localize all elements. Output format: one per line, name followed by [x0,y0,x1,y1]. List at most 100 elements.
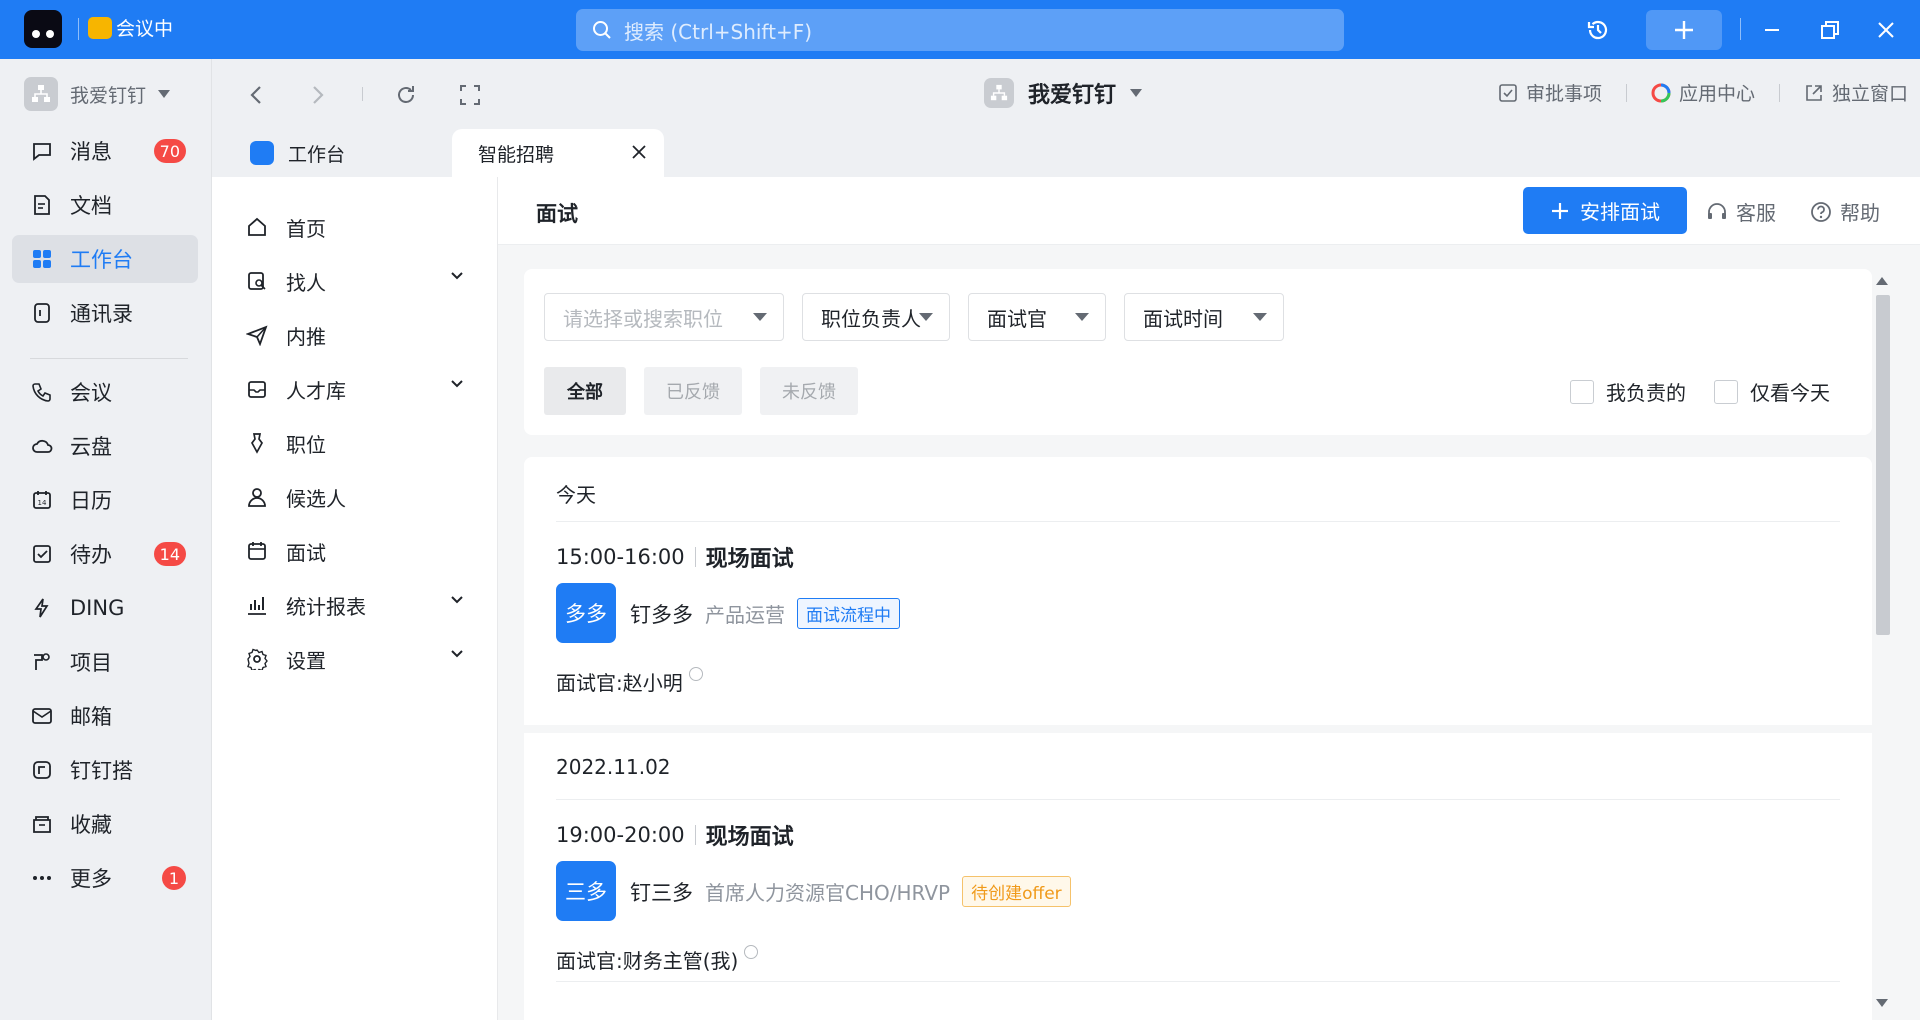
position-select-placeholder: 请选择或搜索职位 [563,306,723,331]
subnav-settings[interactable]: 设置 [244,639,466,679]
favorites-icon [30,812,54,836]
title-bar: 会议中 搜索 (Ctrl+Shift+F) [0,0,1920,59]
external-window-icon [1806,84,1822,101]
chevron-down-icon [451,380,463,388]
sidebar-item-label: 钉钉搭 [70,759,133,783]
mine-checkbox[interactable]: 我负责的 [1570,377,1686,406]
sidebar-item-cloud[interactable]: 云盘 [12,422,198,470]
close-button[interactable] [1866,0,1906,59]
interview-type: 现场面试 [705,547,794,572]
back-button[interactable] [242,81,270,109]
scrollbar[interactable] [1872,277,1892,1007]
scroll-up-icon[interactable] [1876,277,1888,285]
segment-not-fed-back[interactable]: 未反馈 [760,367,858,415]
divider [78,18,79,40]
restore-icon [1821,20,1839,39]
divider [556,799,1840,800]
subnav-label: 统计报表 [286,594,366,619]
subnav-stats[interactable]: 统计报表 [244,585,466,625]
sidebar-item-builder[interactable]: 钉钉搭 [12,746,198,794]
position-select[interactable]: 请选择或搜索职位 [544,293,784,341]
caret-down-icon [919,313,933,321]
add-button[interactable] [1646,10,1722,50]
service-label: 客服 [1736,201,1776,225]
segment-fed-back[interactable]: 已反馈 [644,367,742,415]
approval-icon [1499,83,1517,102]
forward-button[interactable] [304,81,332,109]
interviewer-select[interactable]: 面试官 [968,293,1106,341]
fullscreen-button[interactable] [456,81,484,109]
checkbox-box[interactable] [1570,379,1594,404]
tab-workbench[interactable]: 工作台 [250,129,345,177]
sidebar-item-project[interactable]: 项目 [12,638,198,686]
segment-all[interactable]: 全部 [544,367,626,415]
arrange-interview-button[interactable]: 安排面试 [1523,187,1687,234]
search-placeholder: 搜索 (Ctrl+Shift+F) [624,19,813,44]
interview-time[interactable]: 19:00-20:00 现场面试 [556,819,794,851]
subnav-interviews[interactable]: 面试 [244,531,466,571]
settings-icon [244,646,270,672]
sidebar-item-messages[interactable]: 消息 70 [12,127,198,175]
mail-icon [30,704,54,728]
owner-select[interactable]: 职位负责人 [802,293,950,341]
minimize-button[interactable] [1752,0,1792,59]
sidebar-item-mail[interactable]: 邮箱 [12,692,198,740]
tab-close-icon[interactable] [630,143,648,166]
sidebar-item-contacts[interactable]: 通讯录 [12,289,198,337]
sidebar-item-meeting[interactable]: 会议 [12,368,198,416]
subnav-candidates[interactable]: 候选人 [244,477,466,517]
help-label: 帮助 [1840,201,1880,225]
sidebar-item-workbench[interactable]: 工作台 [12,235,198,283]
meeting-status[interactable]: 会议中 [88,14,173,41]
refresh-icon [398,86,414,103]
restore-button[interactable] [1810,0,1850,59]
sidebar-item-todo[interactable]: 待办 14 [12,530,198,578]
subnav-home[interactable]: 首页 [244,207,466,247]
help-link[interactable]: 帮助 [1810,197,1880,226]
sidebar-item-label: 邮箱 [70,705,112,729]
standalone-window-link[interactable]: 独立窗口 [1804,79,1908,106]
referral-icon [244,322,270,348]
chevron-down-icon [451,596,463,604]
subnav-referral[interactable]: 内推 [244,315,466,355]
subnav-positions[interactable]: 职位 [244,423,466,463]
interviewer-label: 面试官: [556,949,623,973]
app-center-link[interactable]: 应用中心 [1651,79,1755,106]
divider [694,547,696,567]
candidate-name: 钉三多 [630,880,693,905]
refresh-button[interactable] [392,81,420,109]
org-icon [24,77,58,111]
subnav-label: 设置 [286,648,326,673]
history-button[interactable] [1578,0,1618,59]
history-icon [1587,20,1608,39]
owner-select-label: 职位负责人 [821,306,921,331]
sidebar-item-calendar[interactable]: 14 日历 [12,476,198,524]
interview-time[interactable]: 15:00-16:00 现场面试 [556,541,794,573]
avatar[interactable]: 三多 [556,861,616,921]
approval-link[interactable]: 审批事项 [1498,79,1602,106]
tab-smart-recruit[interactable]: 智能招聘 [452,129,664,177]
sidebar-item-favorites[interactable]: 收藏 [12,800,198,848]
org-switcher[interactable]: 我爱钉钉 [24,77,171,111]
dingtalk-logo-icon[interactable] [24,10,62,48]
scroll-thumb[interactable] [1876,295,1890,635]
today-only-checkbox[interactable]: 仅看今天 [1714,377,1830,406]
sidebar-item-more[interactable]: 更多 1 [12,854,198,902]
candidate-info[interactable]: 钉多多 产品运营 面试流程中 [630,598,900,629]
candidate-info[interactable]: 钉三多 首席人力资源官CHO/HRVP 待创建offer [630,876,1071,907]
customer-service-link[interactable]: 客服 [1706,197,1776,226]
todo-badge: 14 [153,542,186,566]
subnav-find-people[interactable]: 找人 [244,261,466,301]
org-title[interactable]: 我爱钉钉 [984,77,1143,109]
status-badge: 待创建offer [962,876,1071,907]
avatar[interactable]: 多多 [556,583,616,643]
checkbox-box[interactable] [1714,379,1738,404]
sidebar-item-docs[interactable]: 文档 [12,181,198,229]
interview-time-select[interactable]: 面试时间 [1124,293,1284,341]
interview-list: 今天 15:00-16:00 现场面试 多多 钉多多 产品运营 面试流程中 面试… [524,457,1872,1020]
caret-down-icon [1253,313,1267,321]
subnav-talent-pool[interactable]: 人才库 [244,369,466,409]
scroll-down-icon[interactable] [1876,999,1888,1007]
search-input[interactable]: 搜索 (Ctrl+Shift+F) [576,9,1344,51]
sidebar-item-ding[interactable]: DING [12,584,198,632]
